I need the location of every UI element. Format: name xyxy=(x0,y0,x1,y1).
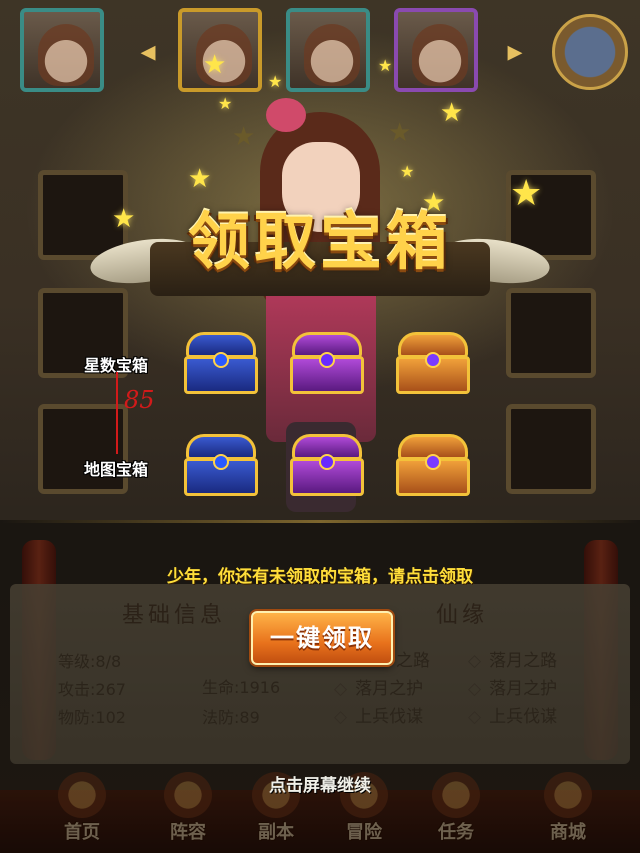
hero-portrait[interactable] xyxy=(286,8,370,92)
red-annotation-line xyxy=(116,372,118,454)
hero-face xyxy=(38,24,94,86)
chevron-right-icon[interactable]: ▸ xyxy=(500,34,530,70)
star-icon: ★ xyxy=(203,50,227,80)
fate-title: 仙缘 xyxy=(436,603,489,628)
stat-label: 物防: xyxy=(58,708,96,727)
stat-label: 等级: xyxy=(58,652,96,671)
chest-gem xyxy=(213,454,229,470)
star-treasure-chest[interactable] xyxy=(396,332,470,394)
tap-to-continue[interactable]: 点击屏幕继续 xyxy=(0,771,640,796)
star-icon: ★ xyxy=(440,98,464,128)
star-icon: ★ xyxy=(218,94,233,113)
banner-title: 领取宝箱 xyxy=(187,205,452,278)
chest-gem xyxy=(425,454,441,470)
fate-item: ◇ 落月之路 xyxy=(468,646,557,671)
fate-item: ◇ 上兵伐谋 xyxy=(334,702,423,727)
star-icon: ★ xyxy=(188,164,212,194)
claim-all-button[interactable]: 一键领取 xyxy=(251,611,393,665)
hero-face xyxy=(304,24,360,86)
diamond-icon: ◇ xyxy=(334,679,348,699)
map-treasure-chest[interactable] xyxy=(396,434,470,496)
diamond-icon: ◇ xyxy=(468,707,482,727)
star-icon: ★ xyxy=(378,56,393,75)
level-stat: 等级:8/8 xyxy=(58,648,121,672)
fate-item-label: 落月之护 xyxy=(489,679,558,699)
magic-defense-stat: 法防:89 xyxy=(202,704,260,728)
stat-label: 攻击: xyxy=(58,680,96,699)
nav-label: 任务 xyxy=(438,822,474,843)
hero-face xyxy=(412,24,468,86)
fate-item: ◇ 落月之护 xyxy=(334,674,423,699)
chest-gem xyxy=(213,352,229,368)
map-treasure-chest[interactable] xyxy=(184,434,258,496)
diamond-icon: ◇ xyxy=(468,679,482,699)
hero-portrait[interactable] xyxy=(20,8,104,92)
stat-value: 1916 xyxy=(239,678,281,697)
star-treasure-chest[interactable] xyxy=(290,332,364,394)
map-chest-label: 地图宝箱 xyxy=(84,460,149,479)
stat-value: 102 xyxy=(95,708,126,727)
fate-item-label: 落月之路 xyxy=(489,651,558,671)
stat-value: 89 xyxy=(239,708,260,727)
fate-item: ◇ 上兵伐谋 xyxy=(468,702,557,727)
star-treasure-chest[interactable] xyxy=(184,332,258,394)
chest-gem xyxy=(319,352,335,368)
divider xyxy=(0,520,640,523)
red-handwritten-note: 85 xyxy=(124,386,155,414)
stat-label: 法防: xyxy=(202,708,240,727)
hair-flower xyxy=(266,98,306,132)
basic-info-title: 基础信息 xyxy=(122,603,227,628)
fate-item-label: 之路 xyxy=(396,651,430,671)
nav-label: 商城 xyxy=(550,822,586,843)
diamond-icon: ◇ xyxy=(468,651,482,671)
nav-label: 阵容 xyxy=(170,822,206,843)
diamond-icon: ◇ xyxy=(334,707,348,727)
star-icon: ★ xyxy=(388,118,412,148)
team-badge-icon[interactable] xyxy=(552,14,628,90)
fate-item: ◇ 落月之护 xyxy=(468,674,557,699)
physical-defense-stat: 物防:102 xyxy=(58,704,126,728)
claim-chest-banner: 领取宝箱 xyxy=(87,200,553,310)
hp-stat: 生命:1916 xyxy=(202,674,280,698)
fate-item: 之路 xyxy=(396,646,430,671)
hero-portrait[interactable] xyxy=(394,8,478,92)
nav-label: 冒险 xyxy=(346,822,382,843)
stat-value: 267 xyxy=(95,680,126,699)
fate-item-label: 上兵伐谋 xyxy=(489,707,558,727)
equipment-slot[interactable] xyxy=(38,404,128,494)
equipment-slot[interactable] xyxy=(506,404,596,494)
unclaimed-chest-prompt: 少年，你还有未领取的宝箱，请点击领取 xyxy=(167,567,473,587)
chevron-left-icon[interactable]: ◂ xyxy=(133,34,163,70)
hero-portrait-row: ◂ ▸ xyxy=(0,8,640,100)
map-treasure-chest[interactable] xyxy=(290,434,364,496)
stat-value: 8/8 xyxy=(95,652,122,671)
star-icon: ★ xyxy=(400,162,415,181)
stat-label: 生命: xyxy=(202,678,240,697)
chest-gem xyxy=(319,454,335,470)
star-icon: ★ xyxy=(232,122,256,152)
fate-item-label: 落月之护 xyxy=(355,679,424,699)
nav-label: 首页 xyxy=(64,822,100,843)
star-icon: ★ xyxy=(268,72,283,91)
nav-label: 副本 xyxy=(258,822,294,843)
attack-stat: 攻击:267 xyxy=(58,676,126,700)
chest-gem xyxy=(425,352,441,368)
fate-item-label: 上兵伐谋 xyxy=(355,707,424,727)
